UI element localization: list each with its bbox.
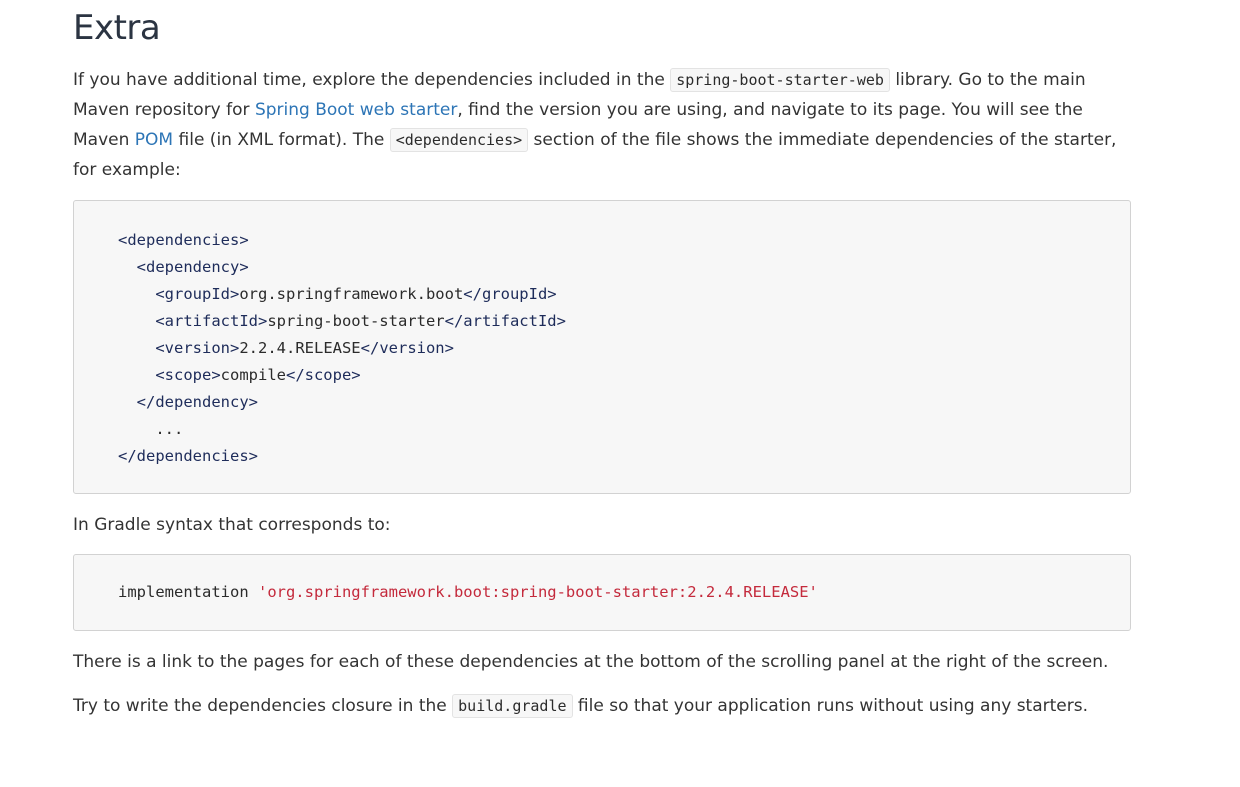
xml-tag: </dependency> (136, 393, 258, 411)
inline-code-starter-web: spring-boot-starter-web (670, 68, 890, 92)
xml-tag: <groupId> (155, 285, 240, 303)
links-paragraph: There is a link to the pages for each of… (73, 652, 1109, 672)
code-line: <dependency> (118, 254, 1086, 281)
xml-tag: <scope> (155, 366, 221, 384)
xml-tag: </dependencies> (118, 447, 258, 465)
xml-text: spring-boot-starter (267, 312, 445, 330)
xml-tag: </scope> (285, 366, 361, 384)
text-span: file so that your application runs witho… (572, 696, 1089, 716)
gradle-keyword: implementation (118, 583, 258, 601)
gradle-intro-paragraph: In Gradle syntax that corresponds to: (73, 515, 391, 535)
intro-paragraph: If you have additional time, explore the… (73, 65, 1133, 185)
text-span: If you have additional time, explore the… (73, 70, 671, 90)
spring-boot-web-starter-link[interactable]: Spring Boot web starter (255, 100, 457, 120)
pom-link[interactable]: POM (135, 130, 173, 150)
xml-text: compile (220, 366, 286, 384)
xml-text: ... (155, 420, 184, 438)
xml-tag: <version> (155, 339, 240, 357)
inline-code-build-gradle: build.gradle (452, 694, 573, 718)
code-line: </dependency> (118, 389, 1086, 416)
xml-tag: </version> (360, 339, 454, 357)
text-span: Try to write the dependencies closure in… (73, 696, 453, 716)
xml-tag: <artifactId> (155, 312, 268, 330)
code-line: <version>2.2.4.RELEASE</version> (118, 335, 1086, 362)
code-line: ... (118, 416, 1086, 443)
xml-tag: </artifactId> (444, 312, 566, 330)
xml-text: org.springframework.boot (239, 285, 464, 303)
code-line: </dependencies> (118, 443, 1086, 470)
xml-code-block: <dependencies> <dependency> <groupId>org… (73, 200, 1131, 494)
xml-text: 2.2.4.RELEASE (239, 339, 361, 357)
xml-tag: <dependency> (136, 258, 249, 276)
xml-tag: <dependencies> (118, 231, 249, 249)
code-line: <scope>compile</scope> (118, 362, 1086, 389)
section-heading: Extra (73, 8, 161, 48)
code-line: <dependencies> (118, 227, 1086, 254)
code-line: <artifactId>spring-boot-starter</artifac… (118, 308, 1086, 335)
gradle-string: 'org.springframework.boot:spring-boot-st… (257, 583, 818, 601)
task-paragraph: Try to write the dependencies closure in… (73, 691, 1088, 721)
inline-code-dependencies: <dependencies> (389, 128, 529, 152)
xml-tag: </groupId> (463, 285, 557, 303)
gradle-code-block: implementation 'org.springframework.boot… (73, 554, 1131, 631)
code-line: <groupId>org.springframework.boot</group… (118, 281, 1086, 308)
code-line: implementation 'org.springframework.boot… (118, 579, 1086, 606)
text-span: file (in XML format). The (173, 130, 390, 150)
